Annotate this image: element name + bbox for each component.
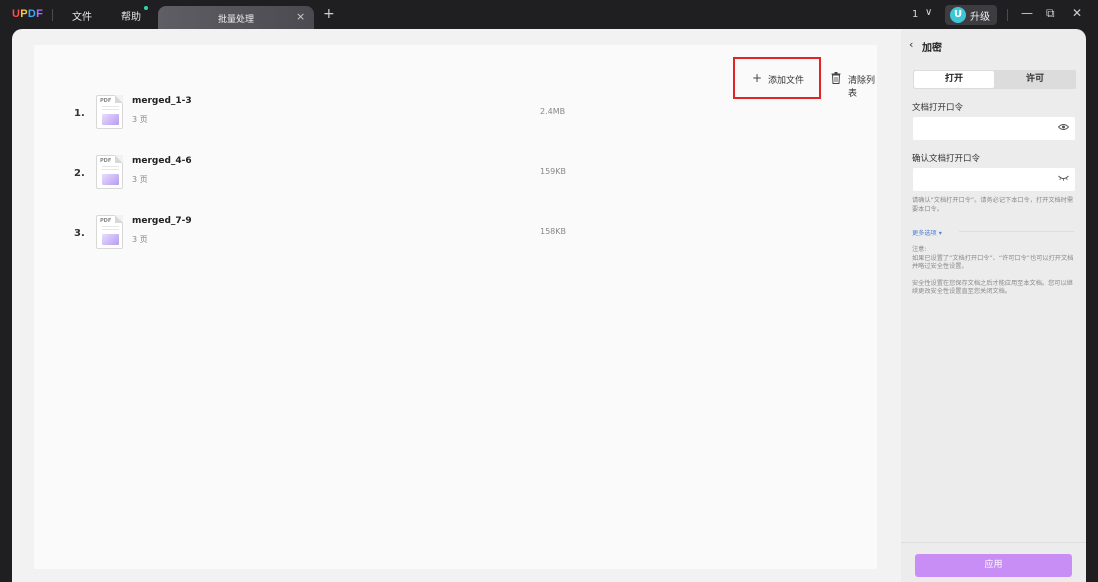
file-name: merged_7-9 bbox=[132, 216, 192, 226]
file-name: merged_1-3 bbox=[132, 96, 192, 106]
confirm-password-input[interactable] bbox=[913, 168, 1075, 191]
menu-file[interactable]: 文件 bbox=[72, 8, 92, 23]
eye-icon[interactable] bbox=[1057, 123, 1070, 134]
pdf-file-icon: PDF bbox=[96, 215, 123, 249]
pdf-file-icon: PDF bbox=[96, 95, 123, 129]
note-text-2: 安全性设置在您保存文档之后才能应用至本文档。您可以继续更改安全性设置直至您关闭文… bbox=[912, 280, 1073, 296]
row-index: 3. bbox=[74, 228, 85, 239]
upgrade-badge-icon: U bbox=[950, 7, 966, 23]
more-options-link[interactable]: 更多选项 ▾ bbox=[912, 228, 942, 237]
menu-help[interactable]: 帮助 bbox=[121, 8, 141, 23]
file-size: 159KB bbox=[540, 167, 567, 176]
chevron-down-icon[interactable]: ∨ bbox=[925, 7, 932, 18]
trash-icon[interactable] bbox=[831, 72, 841, 84]
file-row[interactable]: 1. PDF merged_1-3 3 页 2.4MB bbox=[34, 91, 877, 141]
note-text-1: 如果已设置了“文档打开口令”、“许可口令”也可以打开文档并略过安全性设置。 bbox=[912, 255, 1074, 271]
page-number[interactable]: 1 bbox=[912, 9, 918, 20]
pdf-file-icon: PDF bbox=[96, 155, 123, 189]
updf-logo[interactable]: UPDF bbox=[12, 8, 43, 20]
divider bbox=[959, 231, 1074, 232]
note-title: 注意: bbox=[912, 246, 927, 253]
logo-letter-p: P bbox=[20, 8, 28, 20]
file-size: 158KB bbox=[540, 227, 567, 236]
file-name: merged_4-6 bbox=[132, 156, 192, 166]
upgrade-button[interactable]: U 升级 bbox=[945, 5, 997, 25]
title-bar: UPDF 文件 帮助 批量处理 × + 1 ∨ U 升级 — ⧉ ✕ bbox=[0, 0, 1098, 30]
title-divider-2 bbox=[1007, 9, 1008, 21]
title-divider bbox=[52, 9, 53, 21]
add-files-label: 添加文件 bbox=[768, 76, 805, 86]
row-index: 1. bbox=[74, 108, 85, 119]
file-page-count: 3 页 bbox=[132, 235, 148, 244]
confirm-password-label: 确认文档打开口令 bbox=[912, 154, 981, 164]
logo-letter-u: U bbox=[12, 8, 21, 20]
restore-icon[interactable]: ⧉ bbox=[1046, 6, 1055, 21]
upgrade-label: 升级 bbox=[970, 12, 990, 23]
logo-letter-f: F bbox=[36, 8, 44, 20]
plus-icon: + bbox=[752, 71, 763, 85]
back-icon[interactable]: ‹ bbox=[909, 38, 913, 51]
file-row[interactable]: 3. PDF merged_7-9 3 页 158KB bbox=[34, 211, 877, 261]
tab-close-icon[interactable]: × bbox=[296, 10, 305, 23]
pdf-tag: PDF bbox=[100, 158, 112, 164]
new-tab-icon[interactable]: + bbox=[323, 6, 335, 22]
open-password-input[interactable] bbox=[913, 117, 1075, 140]
pdf-tag: PDF bbox=[100, 218, 112, 224]
row-index: 2. bbox=[74, 168, 85, 179]
help-notification-dot bbox=[144, 6, 148, 10]
file-row[interactable]: 2. PDF merged_4-6 3 页 159KB bbox=[34, 151, 877, 201]
file-size: 2.4MB bbox=[540, 107, 566, 116]
close-window-icon[interactable]: ✕ bbox=[1072, 6, 1082, 20]
apply-button[interactable]: 应用 bbox=[915, 554, 1072, 577]
tab-open[interactable]: 打开 bbox=[914, 71, 994, 88]
panel-title: 加密 bbox=[922, 43, 942, 54]
confirm-password-hint: 请确认“文档打开口令”。请务必记下本口令，打开文档时需要本口令。 bbox=[912, 197, 1074, 213]
open-password-label: 文档打开口令 bbox=[912, 103, 964, 113]
eye-closed-icon[interactable] bbox=[1058, 174, 1069, 185]
pdf-tag: PDF bbox=[100, 98, 112, 104]
encryption-panel: ‹ 加密 打开 许可 文档打开口令 确认文档打开口令 请确认“文档打开口令”。请… bbox=[901, 29, 1086, 582]
minimize-icon[interactable]: — bbox=[1021, 6, 1033, 20]
main-panel: + 添加文件 清除列表 1. PDF merged_1-3 3 页 2.4MB bbox=[12, 29, 901, 582]
encryption-mode-tabs: 打开 许可 bbox=[913, 70, 1076, 89]
file-page-count: 3 页 bbox=[132, 115, 148, 124]
tab-batch-process[interactable]: 批量处理 × bbox=[158, 6, 314, 30]
footer-divider bbox=[901, 542, 1086, 543]
file-list-area: + 添加文件 清除列表 1. PDF merged_1-3 3 页 2.4MB bbox=[34, 45, 877, 569]
tab-permission[interactable]: 许可 bbox=[995, 71, 1075, 88]
logo-letter-d: D bbox=[27, 8, 37, 20]
file-page-count: 3 页 bbox=[132, 175, 148, 184]
tab-label: 批量处理 bbox=[218, 15, 255, 25]
